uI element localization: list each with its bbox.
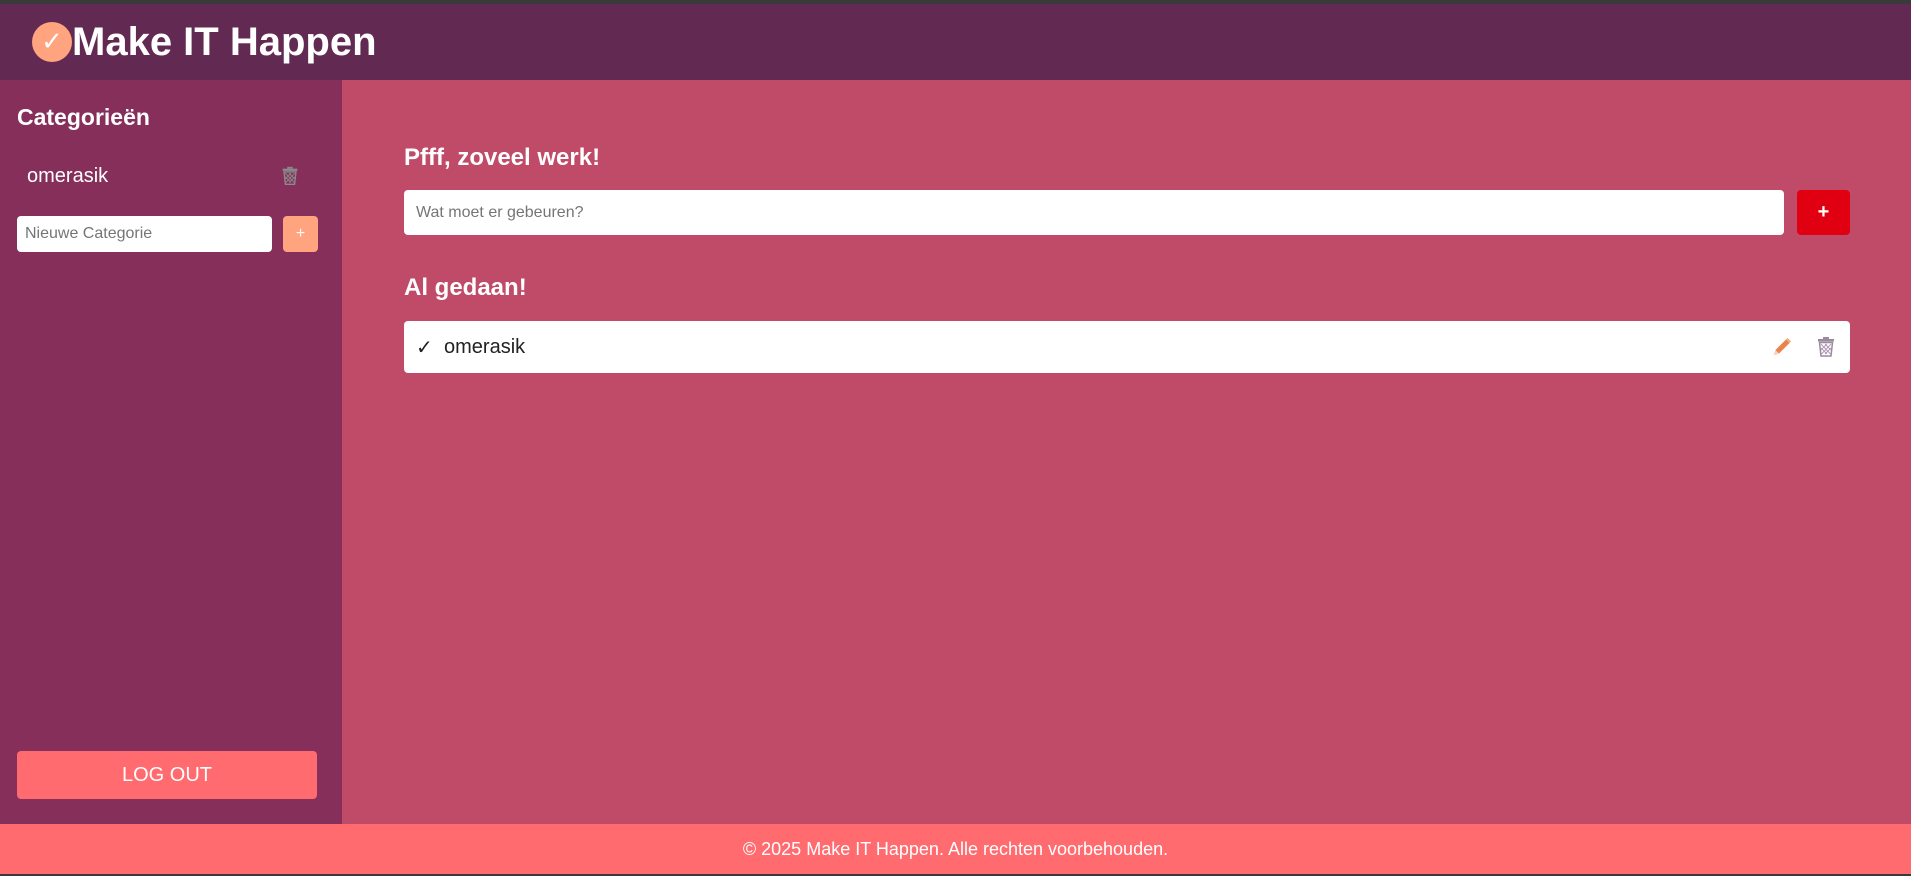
logout-button[interactable]: LOG OUT [17,751,317,799]
footer: © 2025 Make IT Happen. Alle rechten voor… [0,824,1911,874]
sidebar: Categorieën omerasik + LOG OUT [0,80,342,824]
done-heading: Al gedaan! [404,274,527,301]
done-task-item: ✓ omerasik [404,321,1850,373]
main-panel: Pfff, zoveel werk! + Al gedaan! ✓ omeras… [342,80,1911,824]
new-category-input[interactable] [17,216,272,252]
checkmark-logo-icon: ✓ [32,22,72,62]
categories-heading: Categorieën [17,104,150,130]
trash-icon[interactable] [279,165,301,187]
pencil-icon[interactable] [1770,335,1794,359]
done-task-label: omerasik [444,335,526,358]
task-input[interactable] [404,190,1784,235]
footer-copyright: © 2025 Make IT Happen. Alle rechten voor… [742,838,1169,859]
checkmark-icon[interactable]: ✓ [416,335,444,359]
app-title: Make IT Happen [72,19,377,64]
new-category-form: + [17,216,318,252]
todo-heading: Pfff, zoveel werk! [404,144,601,171]
category-label[interactable]: omerasik [27,165,279,188]
trash-icon[interactable] [1814,335,1838,359]
add-category-button[interactable]: + [283,216,318,252]
add-task-button[interactable]: + [1797,190,1850,235]
category-item[interactable]: omerasik [17,160,307,192]
app-header: ✓ Make IT Happen [0,4,1911,80]
